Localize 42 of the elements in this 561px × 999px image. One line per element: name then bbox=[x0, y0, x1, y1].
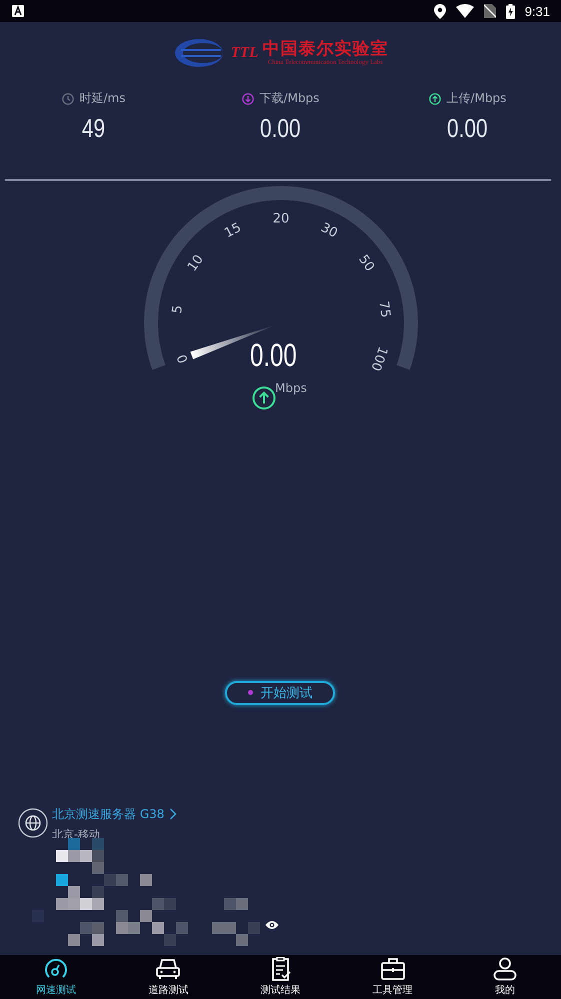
chevron-right-icon bbox=[169, 808, 178, 820]
speed-unit: Mbps bbox=[275, 380, 307, 394]
gauge-tick-label: 100 bbox=[367, 344, 390, 372]
gauge-tick-label: 10 bbox=[184, 252, 207, 274]
globe-icon bbox=[18, 808, 48, 838]
gauge-tick-label: 20 bbox=[272, 211, 290, 226]
no-sim-icon bbox=[484, 4, 496, 18]
nav-tab[interactable]: 工具管理 bbox=[336, 955, 449, 999]
wifi-icon bbox=[456, 4, 474, 18]
stat-value: 0.00 bbox=[260, 113, 301, 144]
notification-icon bbox=[12, 5, 24, 17]
battery-charging-icon bbox=[506, 4, 515, 18]
nav-tab[interactable]: 我的 bbox=[448, 955, 561, 999]
upload-icon bbox=[252, 386, 276, 410]
logo-abbreviation: TTL bbox=[230, 44, 258, 62]
speed-reading: 0.00 bbox=[250, 336, 297, 374]
gauge-tick-label: 75 bbox=[376, 300, 393, 318]
gauge-tick-label: 0 bbox=[174, 352, 192, 364]
gauge-tick-label: 30 bbox=[318, 220, 340, 241]
start-test-button[interactable]: 开始测试 bbox=[225, 680, 335, 704]
nav-tab[interactable]: 道路测试 bbox=[112, 955, 224, 999]
nav-tab[interactable]: 网速测试 bbox=[0, 955, 112, 999]
stat-label: 上传/Mbps bbox=[446, 90, 506, 107]
gauge-tick-label: 5 bbox=[170, 304, 186, 314]
stat-label: 下载/Mbps bbox=[260, 90, 320, 107]
nav-tab[interactable]: 测试结果 bbox=[224, 955, 337, 999]
car-icon bbox=[155, 957, 182, 981]
logo-title: 中国泰尔实验室 bbox=[262, 39, 388, 59]
clock-icon bbox=[62, 92, 74, 104]
user-icon bbox=[492, 957, 518, 981]
clock-time: 9:31 bbox=[524, 4, 550, 18]
upload-icon bbox=[428, 92, 441, 104]
server-link[interactable]: 北京测速服务器 G38 bbox=[52, 806, 178, 822]
stat-value: 0.00 bbox=[447, 113, 488, 144]
location-icon bbox=[434, 4, 446, 18]
eye-icon[interactable] bbox=[265, 920, 279, 930]
stat-value: 49 bbox=[82, 113, 106, 144]
toolbox-icon bbox=[380, 957, 406, 981]
gauge-tick-label: 50 bbox=[355, 252, 378, 274]
stat-label: 时延/ms bbox=[80, 90, 126, 107]
download-icon bbox=[242, 92, 254, 104]
gauge-tick-label: 15 bbox=[222, 220, 244, 241]
